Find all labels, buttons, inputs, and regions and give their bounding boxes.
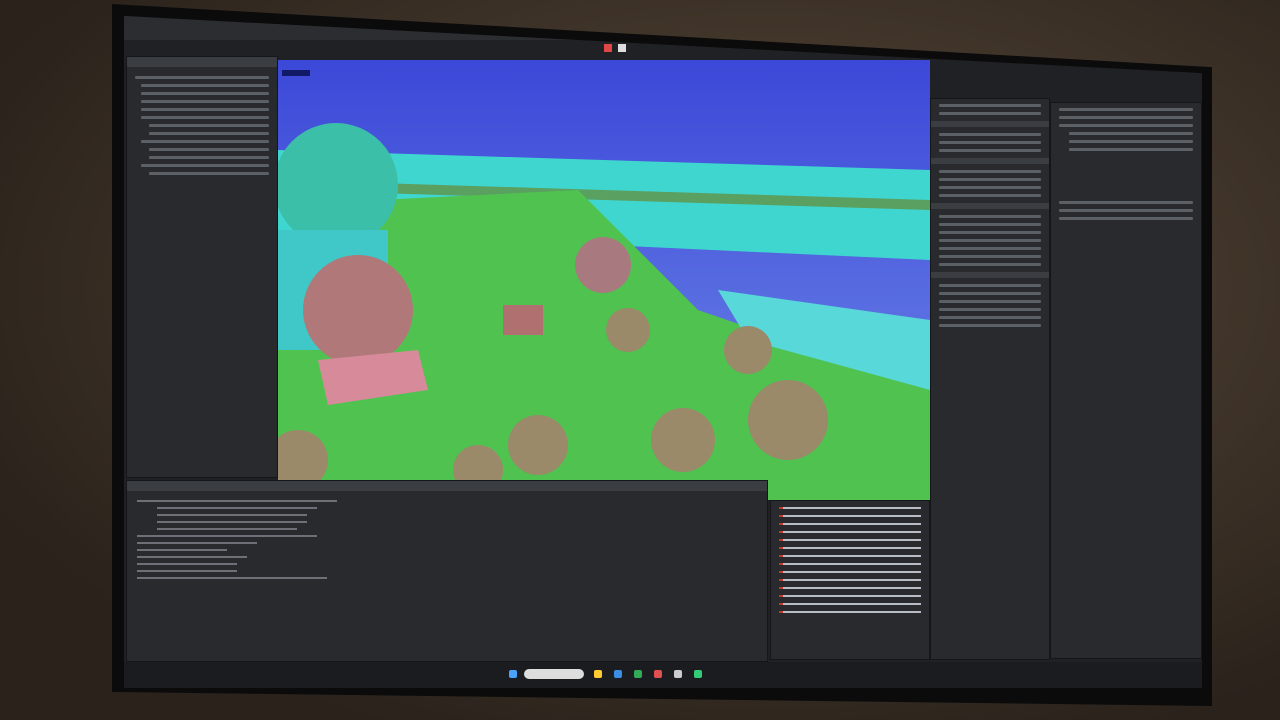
dome-pink [303, 255, 413, 365]
scene-viewport[interactable] [278, 60, 930, 500]
error-log-panel[interactable] [770, 500, 930, 660]
taskbar-app-icon[interactable] [614, 670, 622, 678]
dome-teal [278, 123, 398, 247]
taskbar-app-icon[interactable] [634, 670, 642, 678]
unity-editor-screen [124, 16, 1202, 688]
pause-icon[interactable] [618, 44, 626, 52]
viewport-overlay-label [282, 70, 310, 76]
project-panel[interactable] [1050, 102, 1202, 659]
dome-small [575, 237, 631, 293]
inspector-panel[interactable] [930, 98, 1050, 660]
taskbar-app-icon[interactable] [694, 670, 702, 678]
hierarchy-panel[interactable] [126, 56, 278, 478]
windows-start-icon[interactable] [509, 670, 517, 678]
taskbar-app-icon[interactable] [674, 670, 682, 678]
windows-taskbar [124, 662, 1202, 688]
taskbar-app-icon[interactable] [654, 670, 662, 678]
hierarchy-header [127, 57, 277, 67]
console-panel[interactable] [126, 480, 768, 662]
search-box[interactable] [524, 669, 584, 679]
play-icon[interactable] [604, 44, 612, 52]
taskbar-app-icon[interactable] [594, 670, 602, 678]
